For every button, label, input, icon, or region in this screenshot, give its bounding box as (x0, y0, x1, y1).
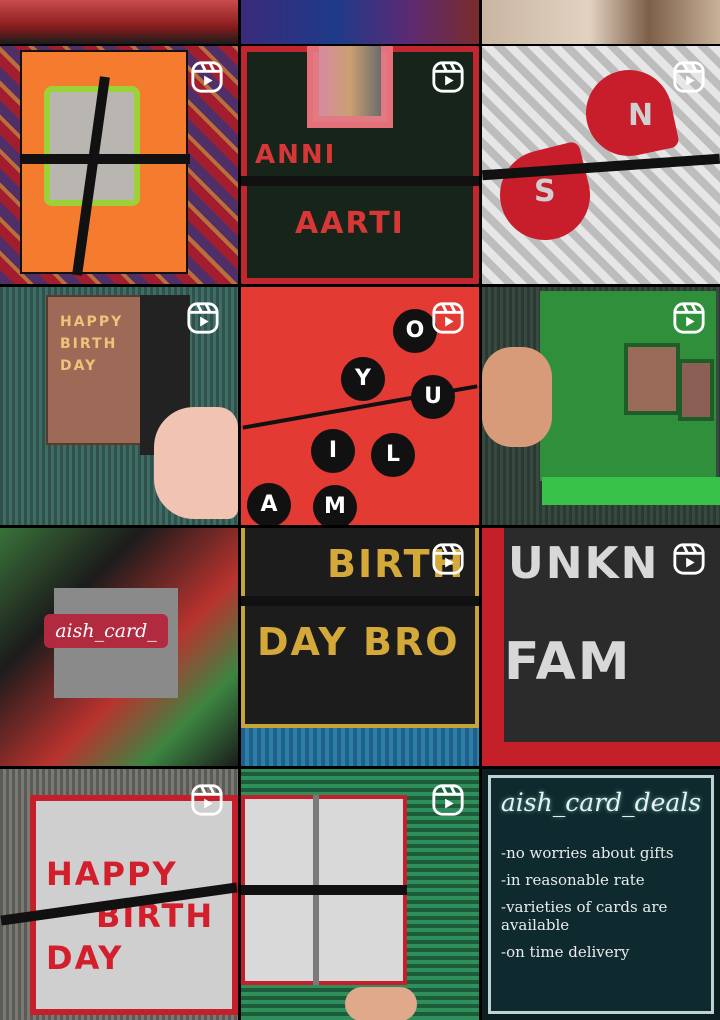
ribbon (241, 596, 479, 606)
tile-heart-card[interactable]: N S (482, 46, 720, 284)
hand (482, 347, 552, 447)
ribbon (20, 154, 190, 164)
reel-icon (190, 60, 224, 94)
ribbon (241, 176, 479, 186)
tile-anniversary-photo-card[interactable] (0, 46, 238, 284)
tile-green-popup-card[interactable] (482, 287, 720, 525)
partial-tile-left[interactable] (0, 0, 238, 44)
card-text: ANNI (255, 140, 337, 170)
letter-circle: U (411, 375, 455, 419)
ribbon (241, 885, 407, 895)
reel-icon (431, 783, 465, 817)
brand-label: aish_card_ (44, 614, 168, 648)
tile-aish-card-collage[interactable]: aish_card_ (0, 528, 238, 766)
tile-silver-ribbon-card[interactable] (241, 769, 479, 1020)
letter-circle: I (311, 429, 355, 473)
top-partial-row (0, 0, 720, 44)
tile-happy-birthday-silver[interactable]: HAPPY BIRTH DAY (0, 769, 238, 1020)
tile-happy-birthday-brown[interactable]: HAPPY BIRTH DAY (0, 287, 238, 525)
letter-circle: M (313, 485, 357, 525)
deals-panel: aish_card_deals -no worries about gifts … (488, 775, 714, 1014)
letter-circle: A (247, 483, 291, 525)
reel-icon (431, 542, 465, 576)
tile-birthday-bro-card[interactable]: BIRTH DAY BRO (241, 528, 479, 766)
partial-tile-right[interactable] (482, 0, 720, 44)
letter-circle: Y (341, 357, 385, 401)
photo-frame (678, 359, 714, 421)
deals-point: -no worries about gifts (501, 844, 674, 862)
tile-red-circle-letters[interactable]: O Y U I L A M (241, 287, 479, 525)
deals-point: -varieties of cards are available (501, 898, 668, 934)
hand (154, 407, 238, 519)
tile-anniversary-aarti-card[interactable]: ANNI AARTI (241, 46, 479, 284)
hand (345, 987, 417, 1020)
reel-icon (672, 542, 706, 576)
tile-aish-card-deals-info[interactable]: aish_card_deals -no worries about gifts … (482, 769, 720, 1020)
reel-icon (431, 60, 465, 94)
photo-frame (624, 343, 680, 415)
tile-unknown-family-card[interactable]: UNKN FAM (482, 528, 720, 766)
deals-point: -on time delivery (501, 943, 630, 961)
letter-circle: L (371, 433, 415, 477)
deals-point: -in reasonable rate (501, 871, 645, 889)
reel-icon (672, 60, 706, 94)
reel-icon (190, 783, 224, 817)
reel-icon (672, 301, 706, 335)
reel-icon (431, 301, 465, 335)
partial-tile-middle[interactable] (241, 0, 479, 44)
deals-list: -no worries about gifts -in reasonable r… (501, 844, 711, 970)
deals-brand: aish_card_deals (500, 788, 702, 817)
reel-icon (186, 301, 220, 335)
